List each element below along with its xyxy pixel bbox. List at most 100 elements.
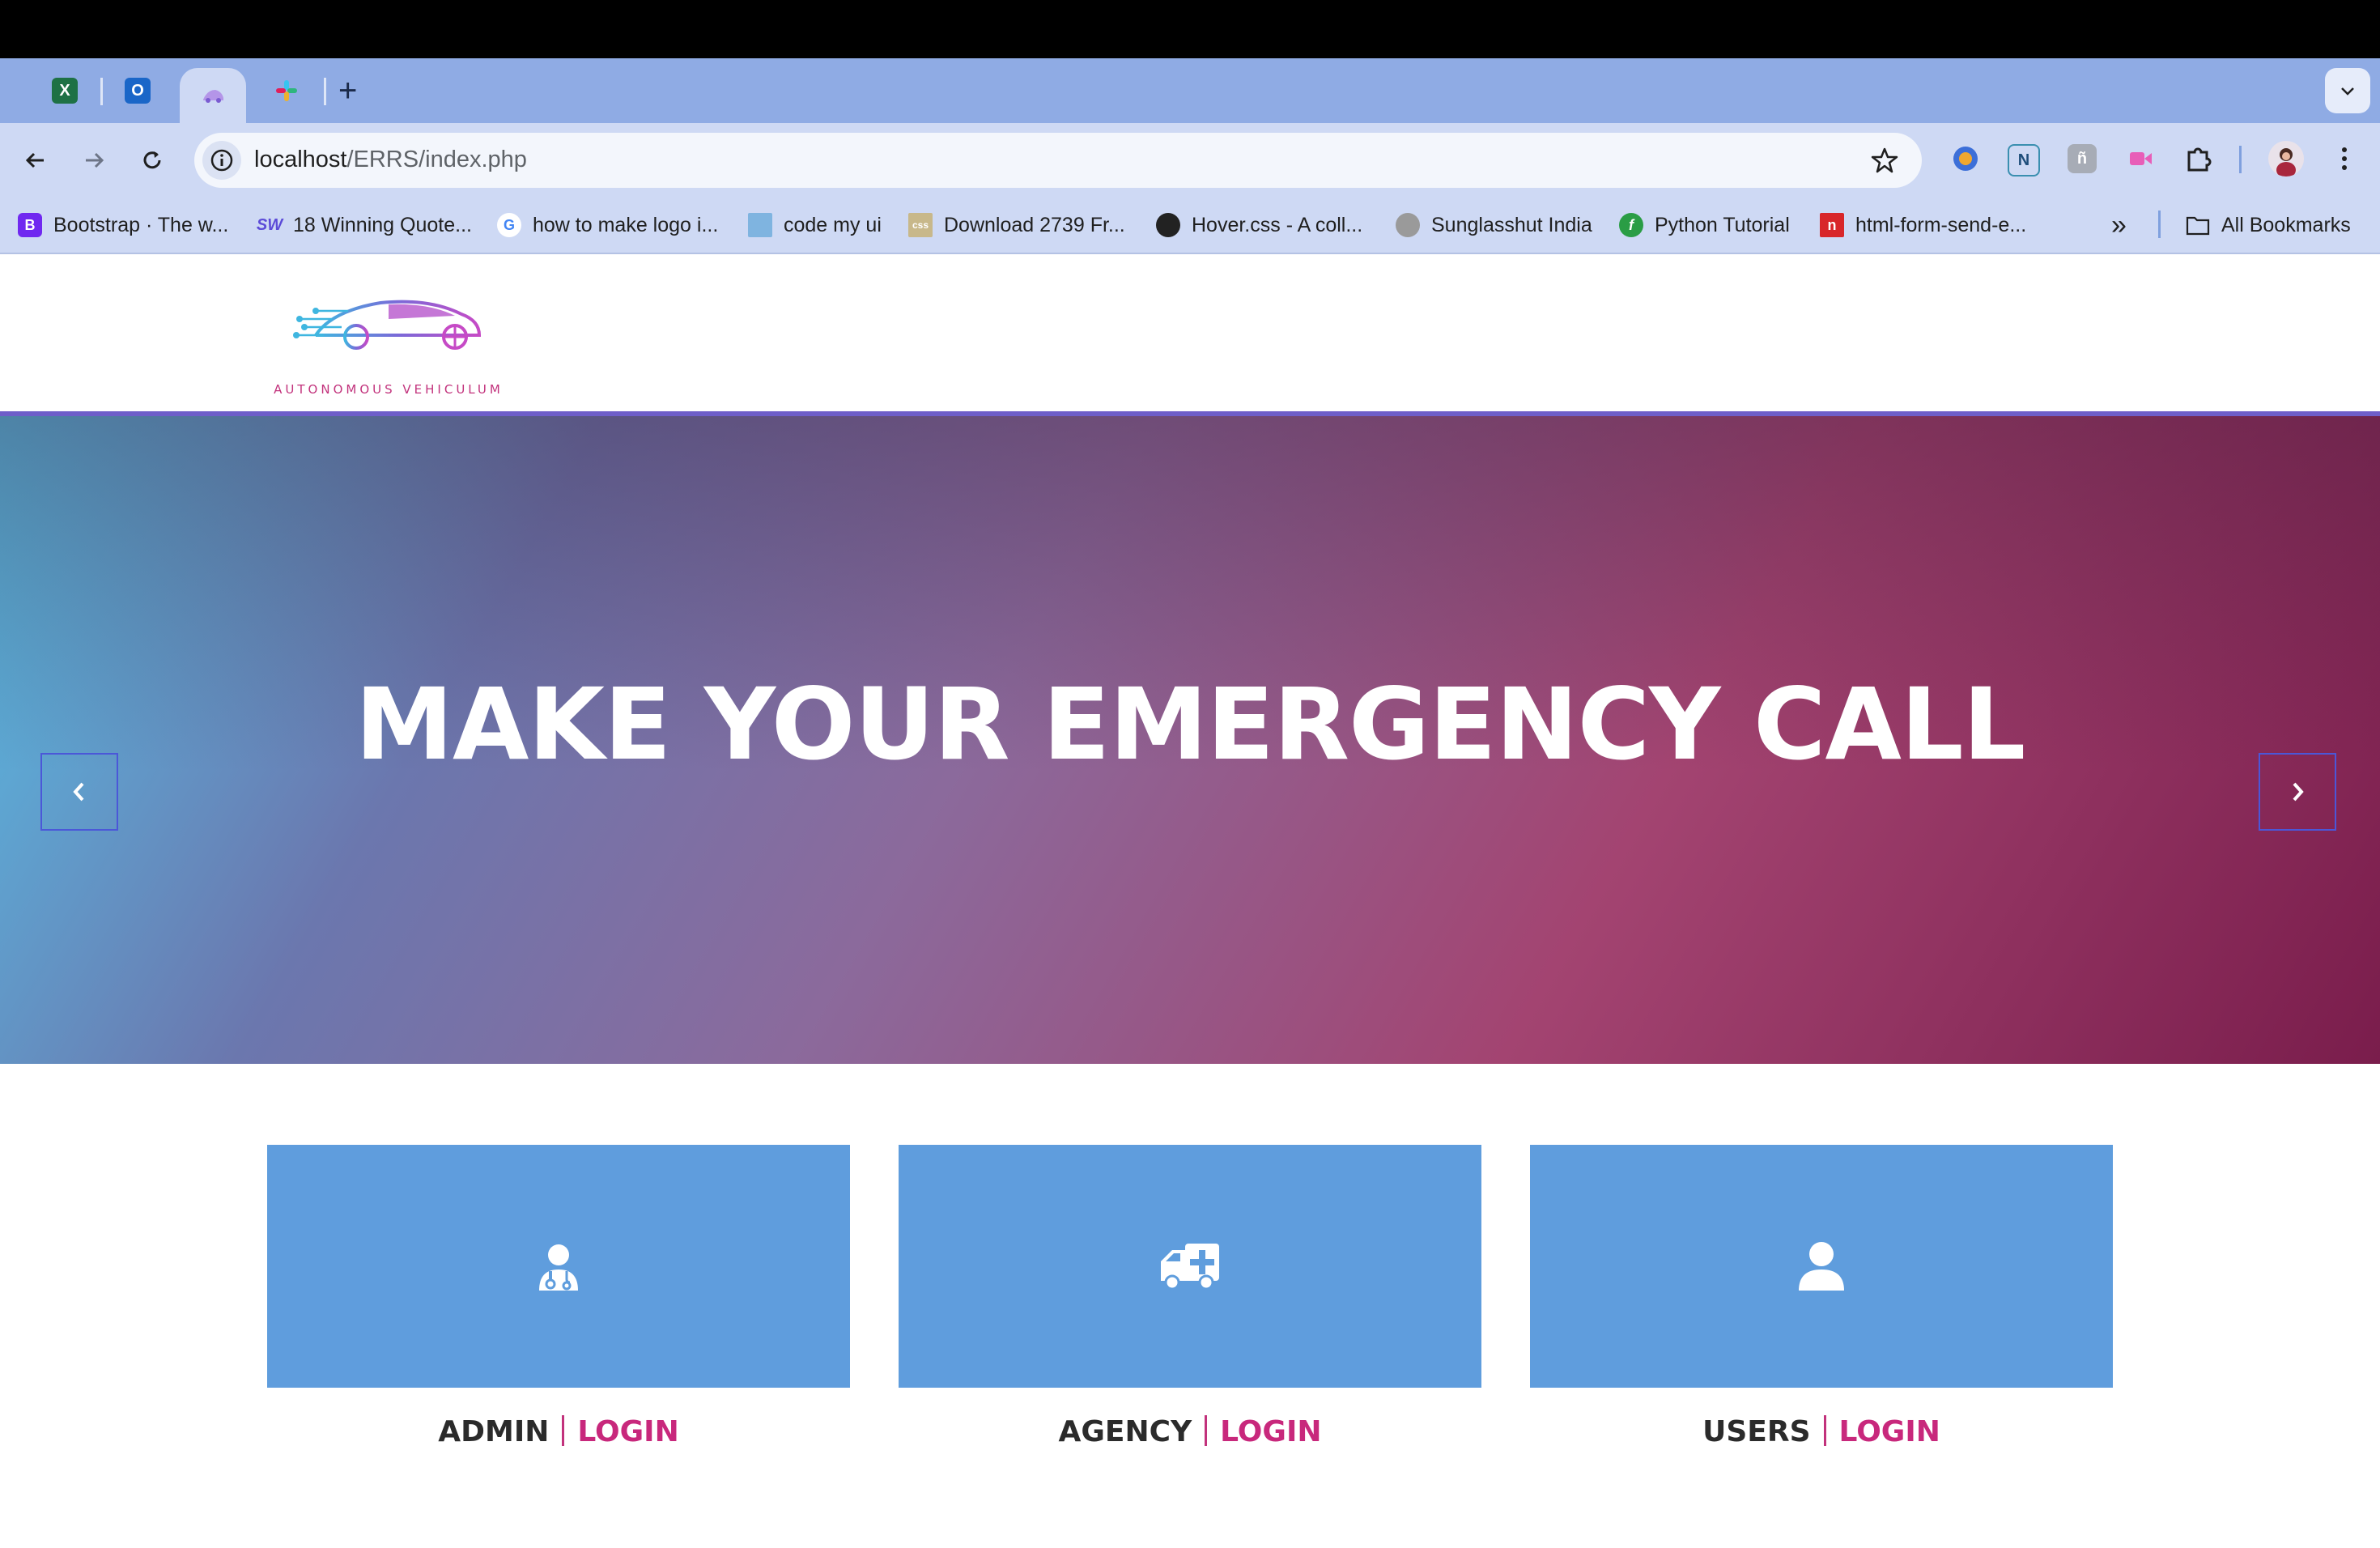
bookmarks-bar: B Bootstrap · The w... SW 18 Winning Quote… bbox=[0, 196, 2380, 254]
url-text: localhost/ERRS/index.php bbox=[254, 147, 527, 173]
agency-login-label[interactable]: AGENCY LOGIN bbox=[899, 1415, 1481, 1448]
more-bookmarks-button[interactable]: » bbox=[2111, 210, 2127, 240]
chevron-left-icon bbox=[73, 782, 84, 802]
address-bar[interactable]: localhost/ERRS/index.php bbox=[194, 133, 1922, 188]
bookmark-label: Python Tutorial bbox=[1655, 213, 1790, 236]
notion-extension-icon[interactable]: N bbox=[2008, 144, 2040, 176]
profile-avatar[interactable] bbox=[2268, 141, 2304, 176]
css-icon: css bbox=[908, 213, 933, 237]
url-host: localhost bbox=[254, 147, 347, 172]
label-separator bbox=[1823, 1415, 1826, 1446]
star-icon bbox=[1871, 147, 1898, 173]
users-card[interactable] bbox=[1530, 1145, 2113, 1388]
bookmarks-divider bbox=[2158, 211, 2161, 238]
bookmark-item[interactable]: Ghow to make logo i... bbox=[497, 211, 718, 240]
reload-icon bbox=[143, 151, 161, 169]
bookmark-star-button[interactable] bbox=[1870, 146, 1899, 179]
users-login-label[interactable]: USERS LOGIN bbox=[1530, 1415, 2113, 1448]
bookmark-item[interactable]: code my ui bbox=[748, 211, 882, 240]
reload-button[interactable] bbox=[134, 142, 170, 178]
bookmark-item[interactable]: css Download 2739 Fr... bbox=[908, 211, 1125, 240]
outlook-icon: O bbox=[125, 78, 151, 104]
tab-active-site[interactable] bbox=[180, 68, 246, 123]
python-tutorial-icon: f bbox=[1619, 213, 1643, 237]
login-cards-section: ADMIN LOGIN AGENCY LOGIN USERS LOGIN bbox=[0, 1064, 2380, 1548]
extension-3-icon[interactable]: ñ bbox=[2068, 144, 2097, 173]
carousel-next-button[interactable] bbox=[2259, 753, 2336, 831]
browser-menu-button[interactable] bbox=[2330, 144, 2359, 173]
bookmark-item[interactable]: Sunglasshut India bbox=[1396, 211, 1592, 240]
forward-button[interactable] bbox=[76, 142, 112, 178]
tab-separator bbox=[100, 78, 103, 105]
slack-icon bbox=[274, 78, 300, 104]
back-arrow-icon bbox=[25, 152, 44, 168]
agency-login-link[interactable]: LOGIN bbox=[1220, 1415, 1321, 1448]
globe-icon bbox=[1156, 213, 1180, 237]
bootstrap-icon: B bbox=[18, 213, 42, 237]
info-icon bbox=[210, 149, 233, 172]
browser-tab-strip: X O + bbox=[0, 58, 2380, 123]
admin-login-label[interactable]: ADMIN LOGIN bbox=[267, 1415, 850, 1448]
user-icon bbox=[1799, 1242, 1844, 1291]
sunglasshut-icon bbox=[1396, 213, 1420, 237]
extension-1-icon[interactable] bbox=[1951, 144, 1980, 173]
html-form-icon: n bbox=[1820, 213, 1844, 237]
profile-avatar-icon bbox=[2276, 148, 2296, 176]
url-path: /ERRS/index.php bbox=[346, 147, 527, 172]
site-info-button[interactable] bbox=[202, 141, 241, 180]
admin-login-link[interactable]: LOGIN bbox=[577, 1415, 678, 1448]
new-tab-button[interactable]: + bbox=[338, 73, 357, 108]
bookmark-label: Bootstrap · The w... bbox=[53, 213, 229, 236]
google-icon: G bbox=[497, 213, 521, 237]
all-bookmarks-label: All Bookmarks bbox=[2221, 213, 2351, 236]
hero-carousel: MAKE YOUR EMERGENCY CALL bbox=[0, 411, 2380, 1064]
users-login-link[interactable]: LOGIN bbox=[1839, 1415, 1940, 1448]
carousel-prev-button[interactable] bbox=[40, 753, 118, 831]
car-logo-icon bbox=[267, 300, 486, 362]
os-top-bar bbox=[0, 0, 2380, 58]
tab-separator bbox=[324, 78, 326, 105]
agency-title: AGENCY bbox=[1058, 1415, 1192, 1448]
site-logo[interactable]: AUTONOMOUS VEHICULUM bbox=[267, 279, 510, 400]
agency-card[interactable] bbox=[899, 1145, 1481, 1388]
hero-title: MAKE YOUR EMERGENCY CALL bbox=[355, 667, 2026, 782]
tab-outlook[interactable]: O bbox=[113, 58, 162, 123]
bookmark-label: 18 Winning Quote... bbox=[293, 213, 472, 236]
bookmark-item[interactable]: Hover.css - A coll... bbox=[1156, 211, 1362, 240]
bookmark-item[interactable]: f Python Tutorial bbox=[1619, 211, 1790, 240]
bookmark-label: how to make logo i... bbox=[533, 213, 719, 236]
label-separator bbox=[562, 1415, 565, 1446]
bookmark-item[interactable]: B Bootstrap · The w... bbox=[18, 211, 228, 240]
bookmark-label: Sunglasshut India bbox=[1431, 213, 1592, 236]
admin-card[interactable] bbox=[267, 1145, 850, 1388]
bookmark-label: Download 2739 Fr... bbox=[944, 213, 1125, 236]
excel-icon: X bbox=[52, 78, 78, 104]
tab-slack[interactable] bbox=[262, 58, 311, 123]
all-bookmarks-button[interactable]: All Bookmarks bbox=[2186, 211, 2351, 240]
browser-toolbar: localhost/ERRS/index.php N ñ bbox=[0, 123, 2380, 196]
forward-arrow-icon bbox=[86, 152, 104, 168]
extension-4-icon[interactable] bbox=[2126, 144, 2155, 173]
label-separator bbox=[1205, 1415, 1208, 1446]
site-logo-icon bbox=[200, 83, 226, 108]
sw-icon: SW bbox=[256, 215, 283, 234]
toolbar-divider bbox=[2239, 146, 2242, 173]
bookmark-item[interactable]: SW 18 Winning Quote... bbox=[257, 211, 472, 240]
chevron-right-icon bbox=[2293, 782, 2304, 802]
bookmark-label: Hover.css - A coll... bbox=[1192, 213, 1363, 236]
users-title: USERS bbox=[1702, 1415, 1811, 1448]
tab-search-button[interactable] bbox=[2325, 68, 2370, 113]
folder-icon bbox=[2186, 213, 2210, 237]
more-vertical-icon bbox=[2342, 147, 2347, 170]
codemyui-icon bbox=[748, 213, 772, 237]
bookmark-label: code my ui bbox=[784, 213, 882, 236]
bookmark-label: html-form-send-e... bbox=[1855, 213, 2027, 236]
chevron-down-icon bbox=[2341, 87, 2354, 96]
ambulance-icon bbox=[1161, 1244, 1219, 1291]
back-button[interactable] bbox=[18, 142, 53, 178]
bookmark-item[interactable]: n html-form-send-e... bbox=[1820, 211, 2026, 240]
extensions-puzzle-icon[interactable] bbox=[2184, 144, 2213, 173]
tab-excel[interactable]: X bbox=[40, 58, 89, 123]
site-header: AUTONOMOUS VEHICULUM bbox=[0, 254, 2380, 411]
logo-text: AUTONOMOUS VEHICULUM bbox=[274, 382, 504, 397]
